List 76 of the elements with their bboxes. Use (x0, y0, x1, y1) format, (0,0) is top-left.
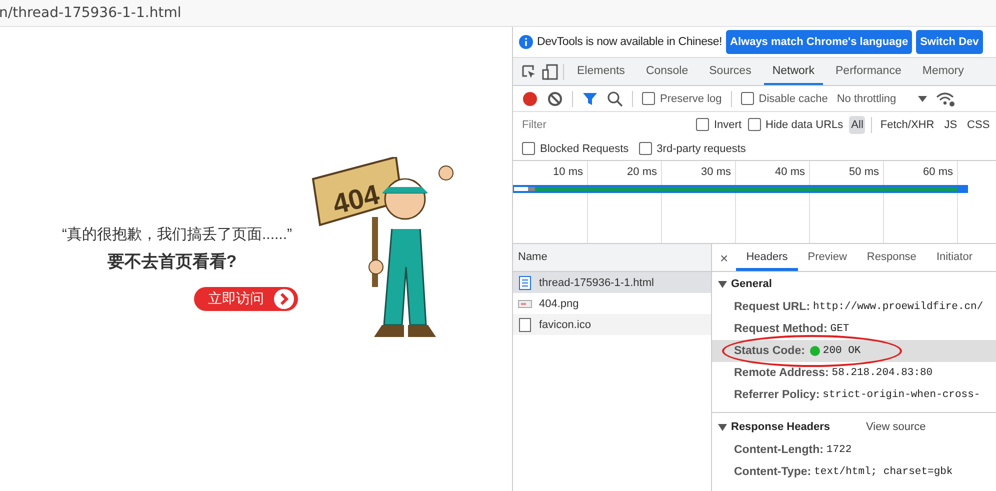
header-value: 58.218.204.83:80 (832, 367, 933, 379)
visit-button[interactable]: 立即访问 (194, 287, 298, 311)
header-value: http://www.proewildfire.cn/ (813, 301, 984, 313)
tick-label: 10 ms (553, 165, 584, 178)
panel-tab[interactable]: Elements (569, 58, 633, 85)
clear-icon (547, 90, 563, 106)
file-icon (518, 276, 532, 290)
checkbox[interactable]: Preserve log (642, 92, 722, 105)
header-name: Status Code: (734, 345, 805, 357)
header-name: Request URL: (734, 301, 810, 313)
type-filter[interactable]: Fetch/XHR (878, 116, 936, 134)
device-icon (542, 64, 558, 80)
caret-icon (718, 280, 727, 288)
view-source-link[interactable]: View source (866, 421, 926, 433)
details-tab[interactable]: Initiator (926, 244, 983, 271)
panel-tab[interactable]: Sources (701, 58, 760, 85)
panel-tab[interactable]: Console (638, 58, 696, 85)
request-name: thread-175936-1-1.html (539, 276, 654, 288)
network-conditions-icon (936, 90, 956, 106)
section-header[interactable]: Response Headers View source (712, 415, 996, 439)
throttling-dropdown[interactable]: No throttling (836, 92, 928, 104)
status-dot-icon (810, 346, 820, 356)
checkbox[interactable]: 3rd-party requests (638, 142, 746, 155)
header-name: Referrer Policy: (734, 389, 820, 401)
type-filter[interactable]: CSS (965, 116, 992, 134)
request-row[interactable]: 404.png (513, 293, 711, 314)
tick-label: 40 ms (775, 165, 806, 178)
column-header[interactable]: Name (513, 244, 711, 272)
details-tab[interactable]: Preview (798, 244, 857, 271)
header-value: 200 OK (822, 345, 861, 357)
panel-tab[interactable]: Network (764, 58, 823, 85)
caret-icon (918, 96, 928, 102)
header-name: Content-Length: (734, 444, 824, 456)
checkbox[interactable]: Disable cache (740, 92, 828, 105)
header-value: strict-origin-when-cross- (822, 389, 980, 401)
info-icon (519, 35, 533, 49)
question-text: 要不去首页看看? (107, 251, 237, 273)
type-filter[interactable]: JS (942, 116, 960, 134)
request-name: 404.png (539, 298, 579, 310)
request-row[interactable]: thread-175936-1-1.html (513, 272, 711, 293)
section-header[interactable]: General (712, 272, 996, 296)
checkbox[interactable]: Hide data URLs (748, 118, 844, 131)
inspect-icon (521, 64, 537, 80)
checkbox[interactable]: Blocked Requests (522, 142, 629, 155)
infobar-button[interactable]: Always match Chrome's language (726, 30, 912, 54)
caret-icon (718, 424, 727, 430)
checkbox[interactable]: Invert (696, 118, 742, 131)
tick-label: 50 ms (849, 165, 880, 178)
chevron-icon (274, 289, 294, 309)
tick-label: 60 ms (923, 165, 954, 178)
filter-icon (582, 90, 598, 106)
tick-label: 20 ms (627, 165, 658, 178)
header-name: Remote Address: (734, 367, 829, 379)
address-bar[interactable]: n/thread-175936-1-1.html (0, 0, 996, 27)
sign-text: 404 (330, 178, 382, 220)
request-row[interactable]: favicon.ico (513, 314, 711, 335)
header-name: Request Method: (734, 323, 828, 335)
close-button[interactable]: × (712, 250, 736, 266)
details-tab[interactable]: Response (856, 244, 926, 271)
header-value: GET (830, 323, 850, 335)
infobar-button[interactable]: Switch Dev (916, 30, 983, 54)
type-filter[interactable]: All (849, 116, 866, 134)
panel-tab[interactable]: Performance (828, 58, 910, 85)
infobar-message: DevTools is now available in Chinese! (537, 36, 722, 48)
header-value: 1722 (826, 444, 852, 456)
header-name: Content-Type: (734, 466, 812, 478)
request-name: favicon.ico (539, 318, 591, 330)
search-icon (607, 90, 623, 106)
details-tab[interactable]: Headers (736, 244, 798, 271)
tick-label: 30 ms (701, 165, 732, 178)
header-value: text/html; charset=gbk (814, 466, 953, 478)
panel-tab[interactable]: Memory (914, 58, 972, 85)
record-icon[interactable] (522, 90, 538, 106)
apology-text: “真的很抱歉，我们搞丢了页面......” (62, 225, 292, 244)
file-icon (518, 318, 532, 332)
url-text: n/thread-175936-1-1.html (0, 5, 182, 21)
